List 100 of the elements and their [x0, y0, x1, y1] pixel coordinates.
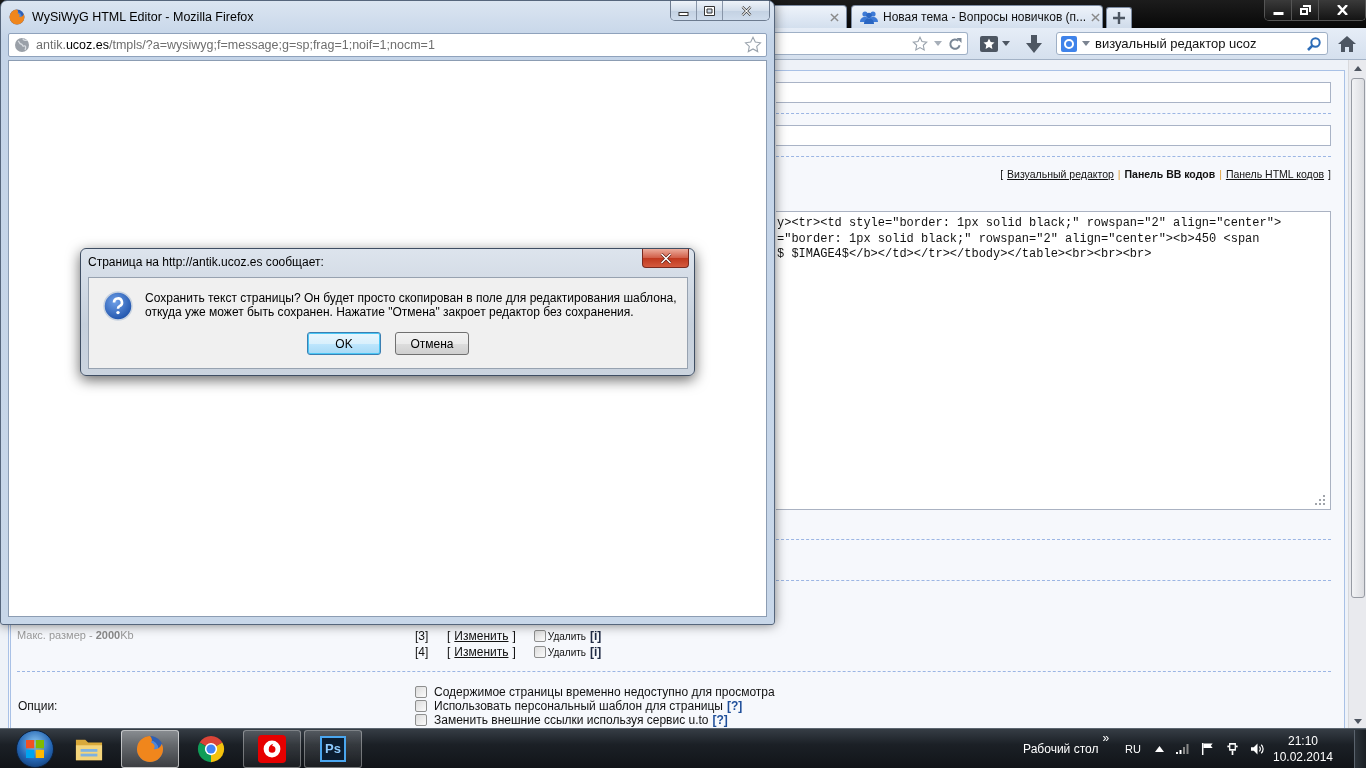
options-label: Опции: — [17, 699, 58, 713]
power-plug-icon[interactable] — [1226, 742, 1239, 755]
scroll-thumb[interactable] — [1350, 78, 1365, 598]
editor-mode-tab[interactable]: Панель BB кодов — [1124, 168, 1216, 180]
bookmark-star-icon — [980, 35, 998, 52]
toolbar-label[interactable]: Рабочий стол — [1023, 741, 1099, 756]
bracket-text: ] — [512, 645, 516, 659]
chrome-icon — [197, 734, 225, 763]
minimize-button[interactable] — [671, 1, 697, 20]
bracket-text: [ — [447, 645, 451, 659]
reload-icon[interactable] — [948, 36, 962, 51]
taskbar-button[interactable] — [243, 729, 301, 768]
checkbox[interactable] — [533, 630, 546, 642]
show-desktop-button[interactable] — [1354, 729, 1366, 768]
option-label: Содержимое страницы временно недоступно для просмотра — [434, 685, 775, 699]
firefox-icon — [9, 8, 25, 25]
restore-button[interactable] — [1292, 0, 1319, 20]
input-field[interactable] — [776, 125, 1331, 146]
search-icon[interactable] — [1307, 36, 1321, 51]
star-icon[interactable] — [912, 35, 928, 52]
minimize-icon — [1272, 11, 1284, 15]
info-link[interactable]: [i] — [590, 629, 602, 643]
size-limit-text: Макс. размер - 2000Kb — [17, 628, 134, 642]
help-link[interactable]: [?] — [727, 699, 743, 713]
new-tab-button[interactable] — [1106, 7, 1132, 28]
close-icon — [1336, 5, 1348, 15]
slot-number-text: [3] — [415, 629, 430, 643]
separator-text: | — [1219, 168, 1222, 180]
address-field[interactable] — [775, 32, 968, 55]
input-field[interactable] — [776, 82, 1331, 103]
edit-link[interactable]: Изменить — [454, 645, 509, 659]
maximize-button[interactable] — [697, 1, 723, 20]
dialog-title: Страница на http://antik.ucoz.es сообщает: — [88, 255, 324, 269]
editor-mode-tab[interactable]: Визуальный редактор — [1007, 168, 1114, 180]
close-button[interactable] — [642, 249, 689, 268]
volume-icon[interactable] — [1251, 742, 1264, 755]
vodafone-icon — [258, 734, 286, 763]
question-icon — [103, 291, 133, 321]
checkbox-label: Удалить — [547, 646, 586, 658]
checkbox-label: Удалить — [547, 630, 586, 642]
minimize-button[interactable] — [1265, 0, 1292, 20]
taskbar-button[interactable]: Ps — [304, 729, 362, 768]
signal-icon[interactable] — [1176, 742, 1189, 755]
dialog-message: Сохранить текст страницы? Он будет просто скопирован в поле для редактирования шаблона, откуда уже может быть сохранен. Нажатие "Отмена" закроет редактор без сохранения. — [145, 291, 678, 319]
bracket-text: [ — [1000, 168, 1004, 180]
clock-date[interactable]: 10.02.2014 — [1272, 748, 1334, 765]
scrollbar[interactable] — [1348, 60, 1366, 728]
checkbox[interactable] — [415, 686, 427, 698]
browser-tab[interactable]: Новая тема - Вопросы новичков (п... — [851, 5, 1103, 28]
separator-text: | — [1117, 168, 1121, 180]
toolbar-chevron[interactable]: » — [1102, 731, 1110, 745]
start-button[interactable] — [16, 729, 54, 768]
bracket-text: ] — [1328, 168, 1331, 180]
close-icon — [659, 252, 672, 264]
minimize-icon — [678, 11, 689, 16]
checkbox[interactable] — [533, 646, 546, 658]
close-icon[interactable] — [830, 12, 839, 22]
caret-icon — [1002, 41, 1010, 46]
bracket-text: [ — [447, 629, 451, 643]
restore-icon — [1299, 5, 1311, 15]
slot-number-text: [4] — [415, 645, 430, 659]
address-field[interactable]: antik.ucoz.es/tmpls/?a=wysiwyg;f=message;g=sp;frag=1;noif=1;nocm=1 — [8, 33, 767, 57]
clock-time[interactable]: 21:10 — [1288, 732, 1318, 749]
search-engine-icon[interactable] — [1061, 35, 1077, 52]
resize-grip-icon[interactable] — [1315, 495, 1325, 505]
people-icon — [860, 10, 878, 24]
browser-tab[interactable] — [775, 5, 847, 28]
language-indicator[interactable]: RU — [1125, 742, 1141, 755]
home-icon — [1338, 35, 1356, 52]
show-hidden-icons-icon[interactable] — [1155, 745, 1164, 752]
firefox-icon — [136, 734, 164, 763]
scroll-up-icon[interactable] — [1353, 66, 1362, 71]
scroll-down-icon[interactable] — [1353, 719, 1362, 724]
checkbox[interactable] — [415, 714, 427, 726]
download-arrow-icon — [1026, 34, 1042, 53]
dialog-button[interactable]: OK — [307, 332, 381, 355]
close-button[interactable] — [1319, 0, 1365, 20]
code-textarea[interactable]: y><tr><td style="border: 1px solid black;" rowspan="2" align="center"> ="border: 1px solid black;" rowspan="2" align="center"><b>450 <span $ $IMAGE4$</b></td></tr></tbody></table><br><br><br> — [776, 211, 1331, 510]
search-field[interactable]: визуальный редактор ucoz — [1056, 32, 1328, 55]
option-label: Заменить внешние ссылки используя сервис u.to — [434, 713, 709, 727]
bracket-text: ] — [512, 629, 516, 643]
checkbox[interactable] — [415, 700, 427, 712]
photoshop-logo: Ps — [320, 735, 346, 762]
taskbar-button[interactable] — [121, 729, 179, 768]
window-title: WySiWyG HTML Editor - Mozilla Firefox — [32, 9, 254, 24]
help-link[interactable]: [?] — [712, 713, 728, 727]
dialog-button[interactable]: Отмена — [395, 332, 469, 355]
edit-link[interactable]: Изменить — [454, 629, 509, 643]
info-link[interactable]: [i] — [590, 645, 602, 659]
globe-icon — [14, 37, 30, 53]
flag-icon[interactable] — [1201, 742, 1214, 755]
caret-icon[interactable] — [1082, 41, 1090, 46]
plus-icon — [1113, 12, 1125, 24]
close-icon[interactable] — [1091, 12, 1101, 22]
maximize-icon — [704, 5, 715, 16]
option-label: Использовать персональный шаблон для страницы — [434, 699, 723, 713]
close-icon — [740, 5, 752, 16]
star-icon[interactable] — [744, 36, 762, 54]
windows-logo-icon — [26, 739, 44, 758]
editor-mode-tab[interactable]: Панель HTML кодов — [1225, 168, 1325, 180]
